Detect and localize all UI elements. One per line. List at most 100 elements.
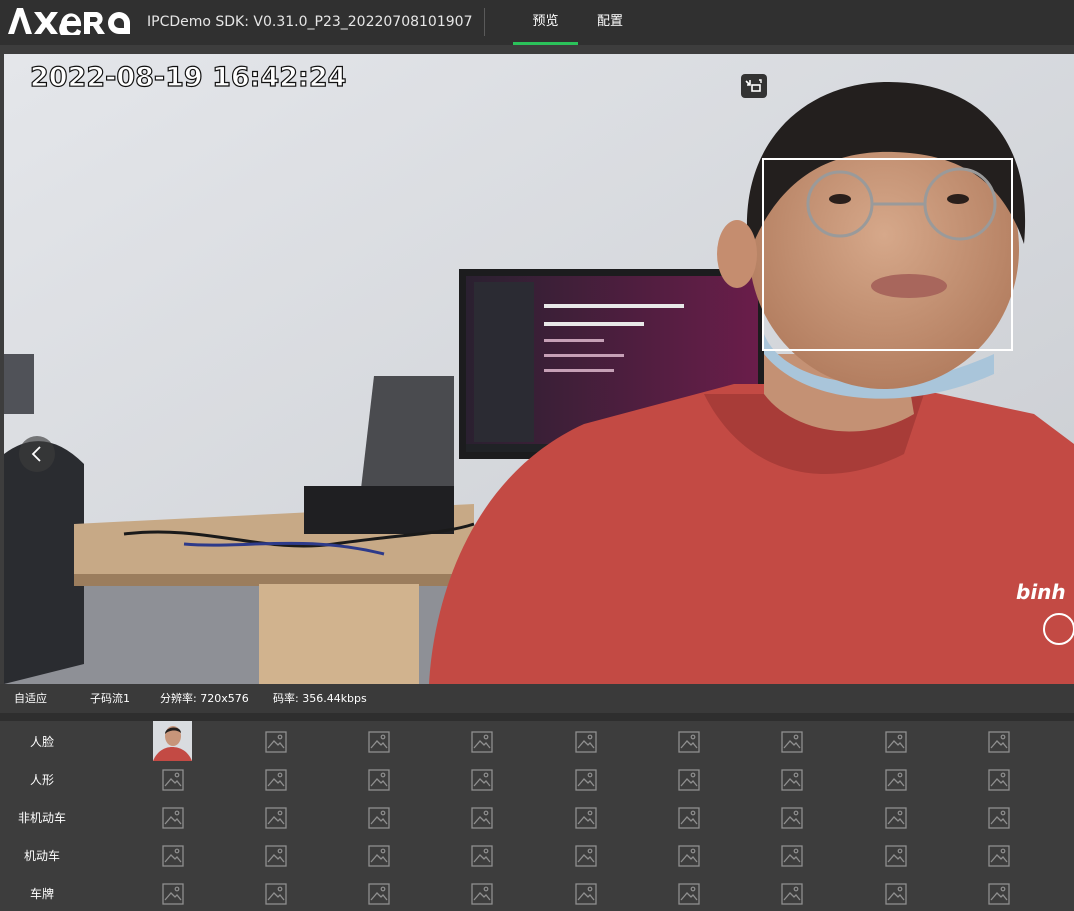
capture-slot[interactable]: [366, 729, 392, 755]
face-detection-box: [762, 158, 1013, 351]
capture-slot[interactable]: [469, 805, 495, 831]
image-placeholder-icon: [265, 883, 287, 905]
face-capture-thumbnail[interactable]: [153, 721, 192, 761]
top-bar: IPCDemo SDK: V0.31.0_P23_20220708101907 …: [0, 0, 1074, 45]
capture-slot[interactable]: [263, 805, 289, 831]
image-placeholder-icon: [678, 769, 700, 791]
image-placeholder-icon: [575, 807, 597, 829]
capture-slot[interactable]: [160, 881, 186, 907]
capture-row-label: 机动车: [23, 849, 60, 863]
stream-status-bar: 自适应 子码流1 分辨率: 720x576 码率: 356.44kbps: [0, 684, 1074, 713]
capture-slot[interactable]: [573, 881, 599, 907]
capture-row: 机动车: [0, 835, 1074, 873]
capture-slot[interactable]: [469, 881, 495, 907]
capture-slot[interactable]: [676, 805, 702, 831]
capture-slot[interactable]: [469, 767, 495, 793]
capture-slot[interactable]: [366, 881, 392, 907]
tab-preview-label: 预览: [532, 14, 559, 29]
capture-slot[interactable]: [573, 729, 599, 755]
capture-row: 非机动车: [0, 797, 1074, 835]
tab-config-label: 配置: [596, 14, 623, 29]
sdk-version-label: IPCDemo SDK: V0.31.0_P23_20220708101907: [147, 14, 473, 30]
fullscreen-button[interactable]: [741, 74, 767, 98]
capture-slot[interactable]: [986, 881, 1012, 907]
capture-slot[interactable]: [986, 843, 1012, 869]
video-preview[interactable]: binh 2022-08-19 16:42:24: [4, 54, 1074, 684]
capture-slot[interactable]: [883, 729, 909, 755]
capture-slot[interactable]: [263, 729, 289, 755]
image-placeholder-icon: [885, 807, 907, 829]
scale-mode-label[interactable]: 自适应: [14, 692, 47, 706]
image-placeholder-icon: [781, 845, 803, 867]
image-placeholder-icon: [471, 731, 493, 753]
resolution-label: 分辨率: 720x576: [160, 692, 249, 705]
capture-slot[interactable]: [779, 729, 805, 755]
image-placeholder-icon: [368, 807, 390, 829]
section-divider: [0, 713, 1074, 721]
image-placeholder-icon: [575, 845, 597, 867]
capture-slot[interactable]: [986, 729, 1012, 755]
image-placeholder-icon: [885, 731, 907, 753]
axera-logo: [8, 5, 132, 41]
image-placeholder-icon: [575, 883, 597, 905]
capture-slot[interactable]: [366, 843, 392, 869]
capture-slot[interactable]: [573, 767, 599, 793]
capture-slot[interactable]: [883, 767, 909, 793]
image-placeholder-icon: [988, 845, 1010, 867]
chevron-left-icon: [31, 446, 41, 462]
camera-frame-image: binh: [4, 54, 1074, 684]
capture-slot[interactable]: [883, 881, 909, 907]
axera-logo-mark: [8, 8, 130, 41]
stream-label[interactable]: 子码流1: [90, 692, 130, 706]
capture-row-label: 非机动车: [17, 811, 66, 825]
capture-slot[interactable]: [366, 767, 392, 793]
capture-slot[interactable]: [160, 843, 186, 869]
image-placeholder-icon: [162, 769, 184, 791]
capture-slot[interactable]: [573, 805, 599, 831]
tab-config[interactable]: 配置: [588, 0, 632, 45]
tab-preview[interactable]: 预览: [513, 0, 578, 45]
capture-slot[interactable]: [469, 729, 495, 755]
header-divider: [484, 8, 485, 36]
image-placeholder-icon: [162, 845, 184, 867]
image-placeholder-icon: [678, 883, 700, 905]
capture-slot[interactable]: [779, 881, 805, 907]
image-placeholder-icon: [471, 807, 493, 829]
bitrate-label: 码率: 356.44kbps: [273, 692, 367, 705]
image-placeholder-icon: [162, 883, 184, 905]
capture-slot[interactable]: [160, 805, 186, 831]
capture-slot[interactable]: [676, 729, 702, 755]
capture-slot[interactable]: [263, 767, 289, 793]
image-placeholder-icon: [265, 731, 287, 753]
osd-timestamp: 2022-08-19 16:42:24: [29, 61, 347, 93]
capture-row: 车牌: [0, 873, 1074, 911]
capture-slot[interactable]: [779, 843, 805, 869]
capture-slot[interactable]: [986, 805, 1012, 831]
image-placeholder-icon: [988, 807, 1010, 829]
capture-slot[interactable]: [676, 881, 702, 907]
image-placeholder-icon: [988, 883, 1010, 905]
capture-slot[interactable]: [263, 881, 289, 907]
capture-slot[interactable]: [779, 767, 805, 793]
capture-slot[interactable]: [779, 805, 805, 831]
exit-fullscreen-icon: [745, 79, 762, 92]
capture-slot[interactable]: [160, 767, 186, 793]
capture-slot[interactable]: [676, 767, 702, 793]
image-placeholder-icon: [265, 845, 287, 867]
capture-slot[interactable]: [263, 843, 289, 869]
image-placeholder-icon: [678, 845, 700, 867]
capture-slot[interactable]: [883, 843, 909, 869]
image-placeholder-icon: [988, 731, 1010, 753]
capture-slot[interactable]: [676, 843, 702, 869]
capture-slot[interactable]: [366, 805, 392, 831]
image-placeholder-icon: [678, 731, 700, 753]
previous-button[interactable]: [19, 436, 55, 472]
capture-slot[interactable]: [883, 805, 909, 831]
image-placeholder-icon: [265, 769, 287, 791]
image-placeholder-icon: [575, 769, 597, 791]
image-placeholder-icon: [678, 807, 700, 829]
capture-slot[interactable]: [469, 843, 495, 869]
image-placeholder-icon: [781, 769, 803, 791]
capture-slot[interactable]: [986, 767, 1012, 793]
capture-slot[interactable]: [573, 843, 599, 869]
